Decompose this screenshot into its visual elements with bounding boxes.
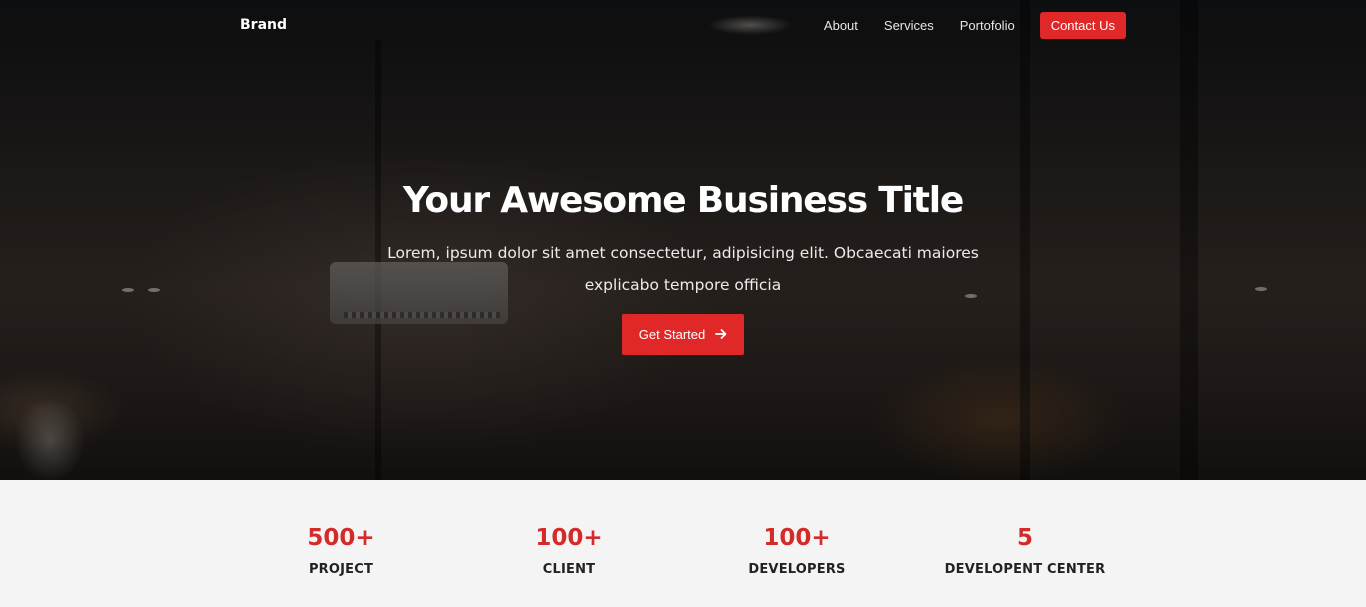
contact-us-button[interactable]: Contact Us <box>1039 12 1126 39</box>
stat-label: PROJECT <box>308 562 374 577</box>
stat-value: 100+ <box>535 525 603 551</box>
nav-link-about[interactable]: About <box>824 12 858 39</box>
stats-section: 500+ PROJECT 100+ CLIENT 100+ DEVELOPERS… <box>0 480 1366 607</box>
stat-development-center: 5 DEVELOPENT CENTER <box>905 520 1145 579</box>
stat-project: 500+ PROJECT <box>221 520 461 579</box>
stat-value: 5 <box>1016 525 1033 551</box>
nav-link-services[interactable]: Services <box>884 12 934 39</box>
navbar: Brand About Services Portofolio Contact … <box>240 12 1126 39</box>
stat-label: DEVELOPENT CENTER <box>944 562 1106 577</box>
get-started-label: Get Started <box>638 327 706 342</box>
brand-logo[interactable]: Brand <box>240 17 287 33</box>
get-started-button[interactable]: Get Started <box>622 314 744 355</box>
stat-developers: 100+ DEVELOPERS <box>677 520 917 579</box>
stat-label: CLIENT <box>542 562 596 577</box>
arrow-right-icon <box>715 327 727 343</box>
hero-title: Your Awesome Business Title <box>402 180 965 221</box>
stat-value: 100+ <box>763 525 831 551</box>
stat-client: 100+ CLIENT <box>449 520 689 579</box>
hero-content: Your Awesome Business Title Lorem, ipsum… <box>0 178 1366 355</box>
nav-links: About Services Portofolio Contact Us <box>798 12 1126 39</box>
stat-value: 500+ <box>307 525 375 551</box>
stat-label: DEVELOPERS <box>748 562 846 577</box>
hero-section: Brand About Services Portofolio Contact … <box>0 0 1366 480</box>
nav-link-portofolio[interactable]: Portofolio <box>960 12 1015 39</box>
hero-subtitle: Lorem, ipsum dolor sit amet consectetur,… <box>387 244 979 294</box>
